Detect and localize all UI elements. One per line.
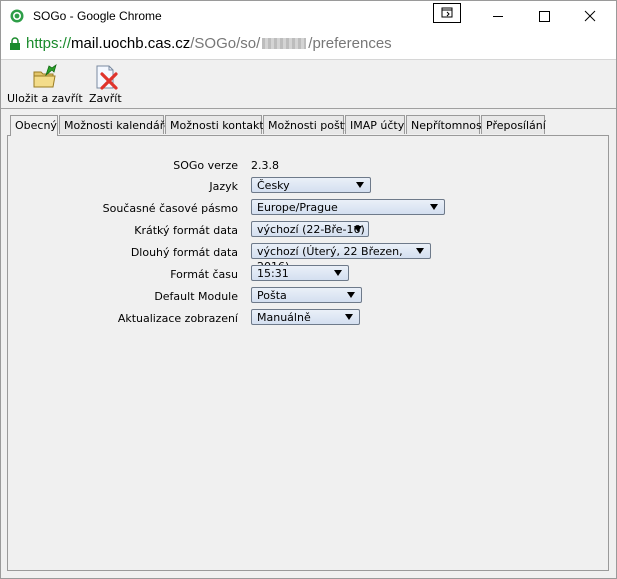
default-module-select[interactable]: Pošta	[251, 287, 362, 303]
url-path-start: /SOGo/so/	[190, 35, 261, 52]
url-host: mail.uochb.cas.cz	[71, 35, 191, 52]
dropdown-arrow-icon	[430, 204, 438, 210]
refresh-row: Aktualizace zobrazení Manuálně	[8, 309, 608, 329]
tab-general[interactable]: Obecný	[10, 115, 58, 136]
long-date-label: Dlouhý formát data	[130, 246, 238, 259]
time-format-selected-value: 15:31	[257, 267, 289, 280]
language-select[interactable]: Česky	[251, 177, 371, 193]
long-date-row: Dlouhý formát data výchozí (Úterý, 22 Bř…	[8, 243, 608, 273]
version-value: 2.3.8	[251, 159, 279, 172]
dropdown-arrow-icon	[354, 226, 362, 232]
chrome-app-icon	[10, 9, 24, 23]
close-document-icon	[96, 65, 118, 90]
refresh-label: Aktualizace zobrazení	[117, 312, 238, 325]
browser-window: SOGo - Google Chrome https://mail.uochb.…	[0, 0, 617, 579]
time-format-row: Formát času 15:31	[8, 265, 608, 285]
default-module-selected-value: Pošta	[257, 289, 287, 302]
refresh-select[interactable]: Manuálně	[251, 309, 360, 325]
url-path-end: /preferences	[308, 35, 392, 52]
maximize-icon	[539, 11, 550, 22]
tab-calendar-options[interactable]: Možnosti kalendáře	[59, 115, 171, 134]
close-button[interactable]: Zavřít	[89, 63, 122, 105]
minimize-button[interactable]	[475, 1, 521, 31]
minimize-icon	[493, 16, 503, 17]
redacted-username	[262, 38, 307, 49]
dropdown-arrow-icon	[345, 314, 353, 320]
language-selected-value: Česky	[257, 179, 290, 192]
url-scheme: https://	[26, 35, 72, 52]
dropdown-arrow-icon	[347, 292, 355, 298]
default-module-row: Default Module Pošta	[8, 287, 608, 307]
timezone-label: Současné časové pásmo	[102, 202, 238, 215]
tab-imap-accounts[interactable]: IMAP účty	[345, 115, 405, 134]
window-title: SOGo - Google Chrome	[33, 9, 162, 23]
version-label: SOGo verze	[173, 159, 238, 172]
short-date-label: Krátký formát data	[134, 224, 238, 237]
dropdown-arrow-icon	[416, 248, 424, 254]
save-folder-icon	[33, 63, 57, 88]
short-date-row: Krátký formát data výchozí (22-Bře-16)	[8, 221, 608, 241]
tab-vacation[interactable]: Nepřítomnost	[406, 115, 486, 134]
time-format-select[interactable]: 15:31	[251, 265, 349, 281]
close-icon	[584, 10, 596, 22]
tab-contact-options[interactable]: Možnosti kontaktů	[165, 115, 271, 134]
save-and-close-label: Uložit a zavřít	[7, 92, 83, 105]
dropdown-arrow-icon	[356, 182, 364, 188]
tab-switch-button[interactable]	[433, 3, 461, 23]
maximize-button[interactable]	[521, 1, 567, 31]
timezone-row: Současné časové pásmo Europe/Prague	[8, 199, 608, 219]
refresh-selected-value: Manuálně	[257, 311, 311, 324]
close-label: Zavřít	[89, 92, 122, 105]
url-text[interactable]: https://mail.uochb.cas.cz/SOGo/so/ /prefe…	[26, 35, 392, 52]
general-preferences-panel: SOGo verze 2.3.8 Jazyk Česky Současné ča…	[7, 135, 609, 571]
timezone-select[interactable]: Europe/Prague	[251, 199, 445, 215]
lock-icon	[10, 37, 20, 50]
address-bar[interactable]: https://mail.uochb.cas.cz/SOGo/so/ /prefe…	[1, 31, 616, 60]
toolbar: Uložit a zavřít Zavřít	[1, 60, 616, 109]
time-format-label: Formát času	[170, 268, 238, 281]
title-bar: SOGo - Google Chrome	[1, 1, 616, 31]
short-date-select[interactable]: výchozí (22-Bře-16)	[251, 221, 369, 237]
window-switch-icon	[441, 7, 453, 18]
language-label: Jazyk	[209, 180, 238, 193]
short-date-selected-value: výchozí (22-Bře-16)	[257, 223, 365, 236]
default-module-label: Default Module	[154, 290, 238, 303]
tab-forwarding[interactable]: Přeposílání	[481, 115, 546, 134]
long-date-select[interactable]: výchozí (Úterý, 22 Březen, 2016)	[251, 243, 431, 273]
version-row: SOGo verze 2.3.8	[8, 156, 608, 176]
close-window-button[interactable]	[567, 1, 613, 31]
language-row: Jazyk Česky	[8, 177, 608, 197]
save-and-close-button[interactable]: Uložit a zavřít	[7, 63, 83, 105]
tab-mail-options[interactable]: Možnosti pošty	[263, 115, 351, 134]
dropdown-arrow-icon	[334, 270, 342, 276]
timezone-selected-value: Europe/Prague	[257, 201, 338, 214]
